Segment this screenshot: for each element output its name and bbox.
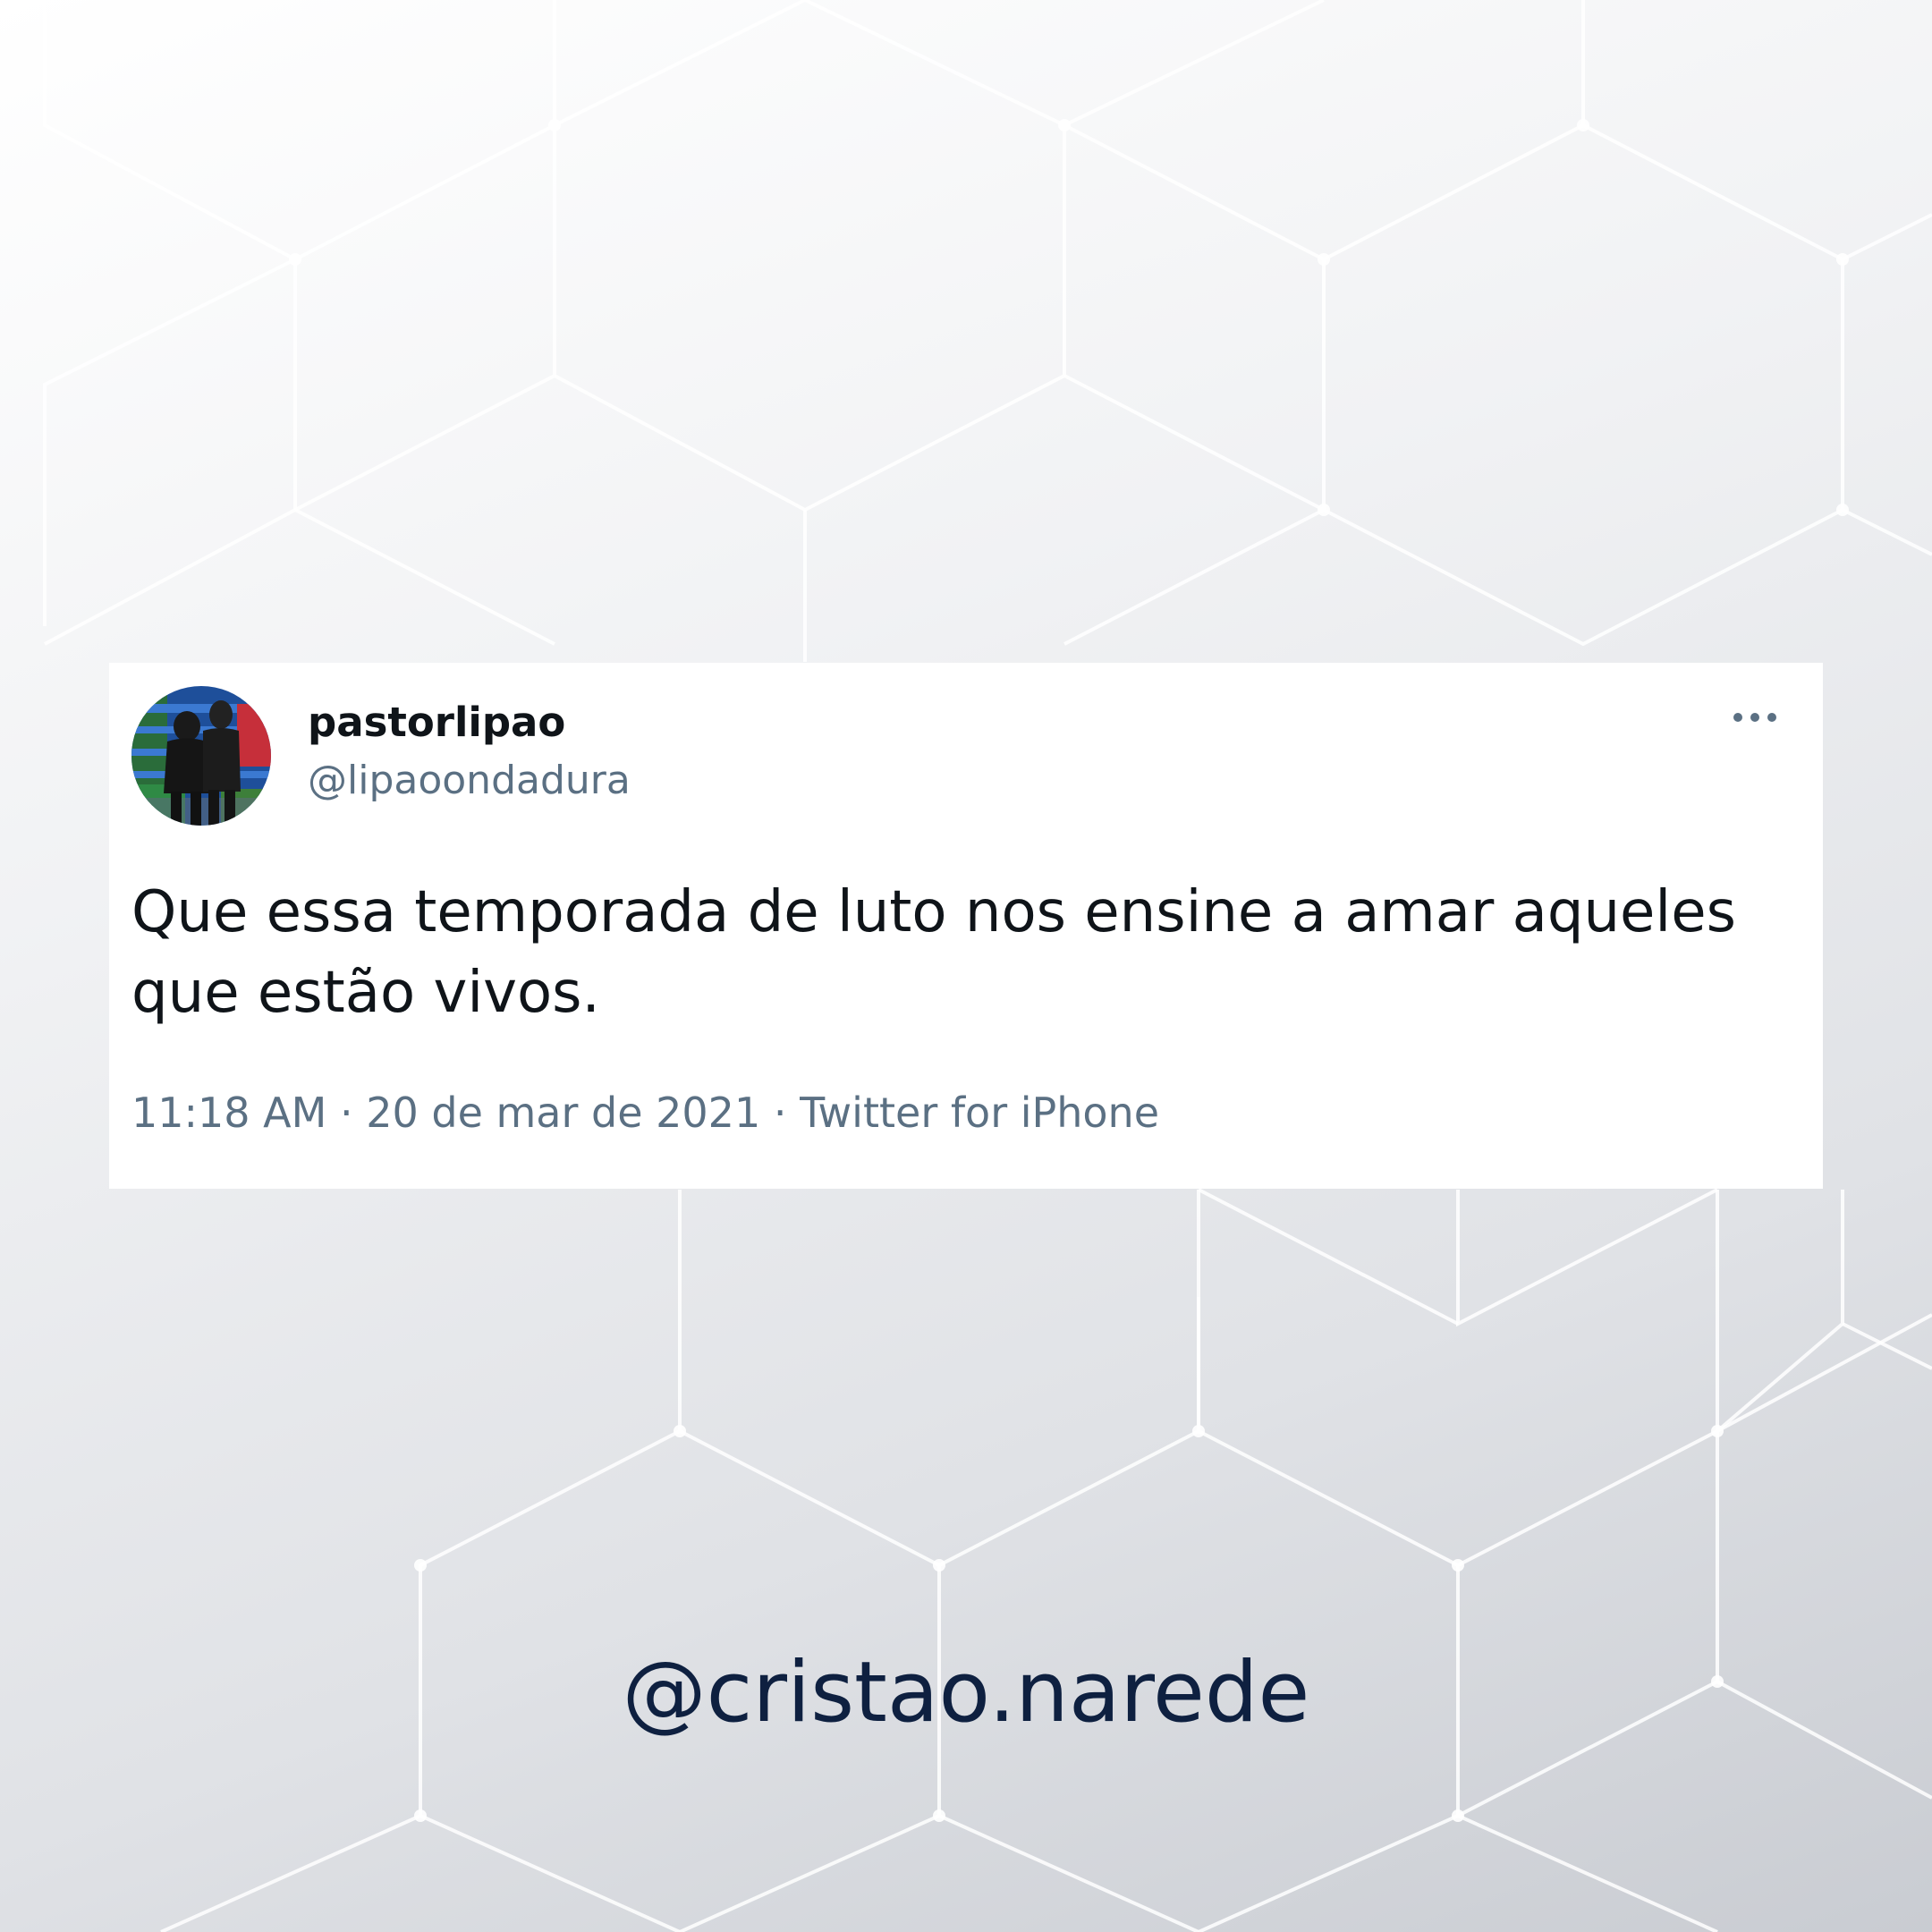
tweet-text: Que essa temporada de luto nos ensine a … <box>131 872 1804 1033</box>
tweet-card[interactable]: pastorlipao @lipaoondadura Que essa temp… <box>109 663 1823 1189</box>
avatar[interactable] <box>131 686 271 826</box>
tweet-text-line: Que essa temporada de luto nos ensine a … <box>131 879 1736 945</box>
user-handle[interactable]: @lipaoondadura <box>308 758 631 803</box>
display-name[interactable]: pastorlipao <box>308 699 565 746</box>
avatar-photo-icon <box>131 686 271 826</box>
tweet-timestamp[interactable]: 11:18 AM · 20 de mar de 2021 · Twitter f… <box>131 1089 1159 1137</box>
watermark-handle: @cristao.narede <box>622 1644 1310 1741</box>
tweet-text-line: que estão vivos. <box>131 960 600 1026</box>
more-horizontal-icon[interactable] <box>1728 704 1782 731</box>
